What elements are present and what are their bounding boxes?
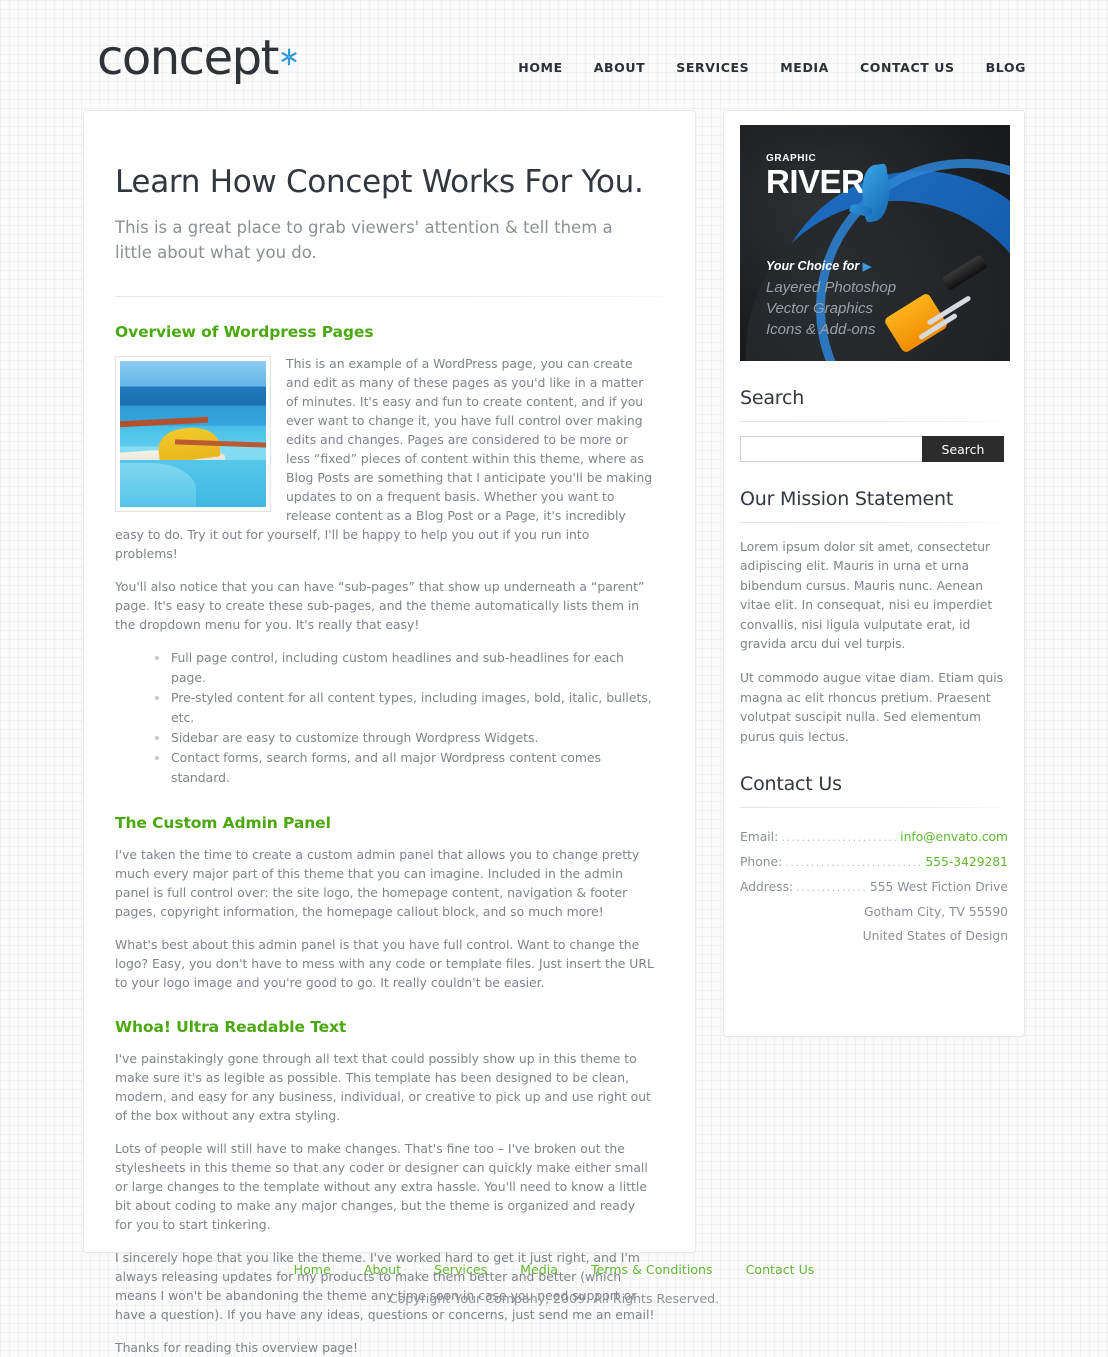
search-widget-title: Search xyxy=(740,387,805,409)
nav-item-about[interactable]: ABOUT xyxy=(594,60,646,75)
footer-link-home[interactable]: Home xyxy=(294,1262,331,1277)
contact-row-email: Email: .................................… xyxy=(740,825,1008,850)
banner-brand-large: RIVER xyxy=(766,163,865,200)
section-overview-body: This is an example of a WordPress page, … xyxy=(115,354,655,577)
footer-nav: Home About Services Media Terms & Condit… xyxy=(0,1262,1108,1277)
section-heading-admin-panel: The Custom Admin Panel xyxy=(115,814,331,832)
search-form: Search xyxy=(740,436,1008,462)
list-item: Full page control, including custom head… xyxy=(155,648,655,688)
footer-link-contact-us[interactable]: Contact Us xyxy=(746,1262,815,1277)
mission-widget-divider xyxy=(740,522,1004,523)
contact-value-email[interactable]: info@envato.com xyxy=(900,825,1008,849)
readable-paragraph-4: Thanks for reading this overview page! xyxy=(115,1340,358,1355)
copyright-text: Copyright Your Company, 2009. All Rights… xyxy=(388,1291,720,1306)
dotted-leader: ........................................… xyxy=(796,881,867,895)
search-input[interactable] xyxy=(740,436,922,462)
nav-item-contact-us[interactable]: CONTACT US xyxy=(860,60,955,75)
contact-details-list: Email: .................................… xyxy=(740,825,1008,948)
dotted-leader: ........................................… xyxy=(781,831,898,845)
banner-logo: GRAPHIC RIVER xyxy=(766,153,894,223)
sidebar-panel: GRAPHIC RIVER Your Choice for ▶ Layered … xyxy=(723,110,1025,1037)
list-item: Contact forms, search forms, and all maj… xyxy=(155,748,655,788)
list-item: Pre-styled content for all content types… xyxy=(155,688,655,728)
play-triangle-icon: ▶ xyxy=(862,261,872,273)
readable-paragraph-2: Lots of people will still have to make c… xyxy=(115,1141,648,1232)
nav-item-services[interactable]: SERVICES xyxy=(676,60,749,75)
article-thumbnail xyxy=(115,356,271,512)
search-widget-divider xyxy=(740,421,1004,422)
dotted-leader: ........................................… xyxy=(785,856,923,870)
banner-tagline-line-4: Icons & Add-ons xyxy=(766,321,876,338)
footer-link-services[interactable]: Services xyxy=(434,1262,487,1277)
mission-paragraph-2: Ut commodo augue vitae diam. Etiam quis … xyxy=(740,671,1004,744)
contact-widget-title: Contact Us xyxy=(740,773,842,796)
graphicriver-banner-ad[interactable]: GRAPHIC RIVER Your Choice for ▶ Layered … xyxy=(740,125,1010,361)
admin-paragraph-2: What's best about this admin panel is th… xyxy=(115,937,654,990)
section-heading-overview: Overview of Wordpress Pages xyxy=(115,323,374,341)
search-button[interactable]: Search xyxy=(922,436,1004,462)
contact-value-phone[interactable]: 555-3429281 xyxy=(925,850,1008,874)
nav-item-home[interactable]: HOME xyxy=(518,60,562,75)
banner-tagline: Your Choice for ▶ Layered Photoshop Vect… xyxy=(766,257,896,340)
main-content-panel: Learn How Concept Works For You. This is… xyxy=(83,110,696,1355)
feature-list: Full page control, including custom head… xyxy=(115,648,655,788)
contact-label-email: Email: xyxy=(740,830,779,845)
site-header: concept HOME ABOUT SERVICES MEDIA CONTAC… xyxy=(0,0,1108,108)
contact-label-address: Address: xyxy=(740,880,794,895)
page-subtitle: This is a great place to grab viewers' a… xyxy=(115,218,613,262)
contact-widget-divider xyxy=(740,807,1004,809)
site-logo[interactable]: concept xyxy=(97,30,297,86)
footer-link-media[interactable]: Media xyxy=(520,1262,558,1277)
banner-tagline-line-1: Your Choice for xyxy=(766,259,860,273)
mission-paragraph-1: Lorem ipsum dolor sit amet, consectetur … xyxy=(740,540,993,652)
nav-item-media[interactable]: MEDIA xyxy=(780,60,829,75)
site-logo-text: concept xyxy=(97,30,279,86)
footer-link-about[interactable]: About xyxy=(364,1262,401,1277)
primary-nav: HOME ABOUT SERVICES MEDIA CONTACT US BLO… xyxy=(518,60,1026,75)
page-title: Learn How Concept Works For You. xyxy=(115,164,644,200)
section-heading-readable-text: Whoa! Ultra Readable Text xyxy=(115,1018,347,1036)
contact-label-phone: Phone: xyxy=(740,855,783,870)
banner-tagline-line-3: Vector Graphics xyxy=(766,300,873,317)
overview-paragraph-2: You'll also notice that you can have “su… xyxy=(115,579,645,632)
readable-paragraph-1: I've painstakingly gone through all text… xyxy=(115,1051,651,1123)
contact-address-line-2: Gotham City, TV 55590 xyxy=(864,905,1008,920)
admin-paragraph-1: I've taken the time to create a custom a… xyxy=(115,847,640,919)
paint-roller-icon xyxy=(883,253,989,354)
sparkle-icon xyxy=(278,26,300,66)
banner-tagline-line-2: Layered Photoshop xyxy=(766,279,897,296)
contact-value-address: 555 West Fiction Drive xyxy=(869,880,1008,895)
contact-row-phone: Phone: .................................… xyxy=(740,850,1008,875)
contact-row-address: Address: ...............................… xyxy=(740,875,1008,900)
footer-link-terms-and-conditions[interactable]: Terms & Conditions xyxy=(591,1262,713,1277)
mission-widget-title: Our Mission Statement xyxy=(740,488,954,510)
site-footer: Home About Services Media Terms & Condit… xyxy=(0,1262,1108,1306)
title-divider xyxy=(115,296,666,297)
nav-item-blog[interactable]: BLOG xyxy=(986,60,1026,75)
contact-address-line-3: United States of Design xyxy=(862,929,1008,944)
pool-photo-image xyxy=(120,361,266,507)
page-root: concept HOME ABOUT SERVICES MEDIA CONTAC… xyxy=(0,0,1108,1355)
list-item: Sidebar are easy to customize through Wo… xyxy=(155,728,655,748)
